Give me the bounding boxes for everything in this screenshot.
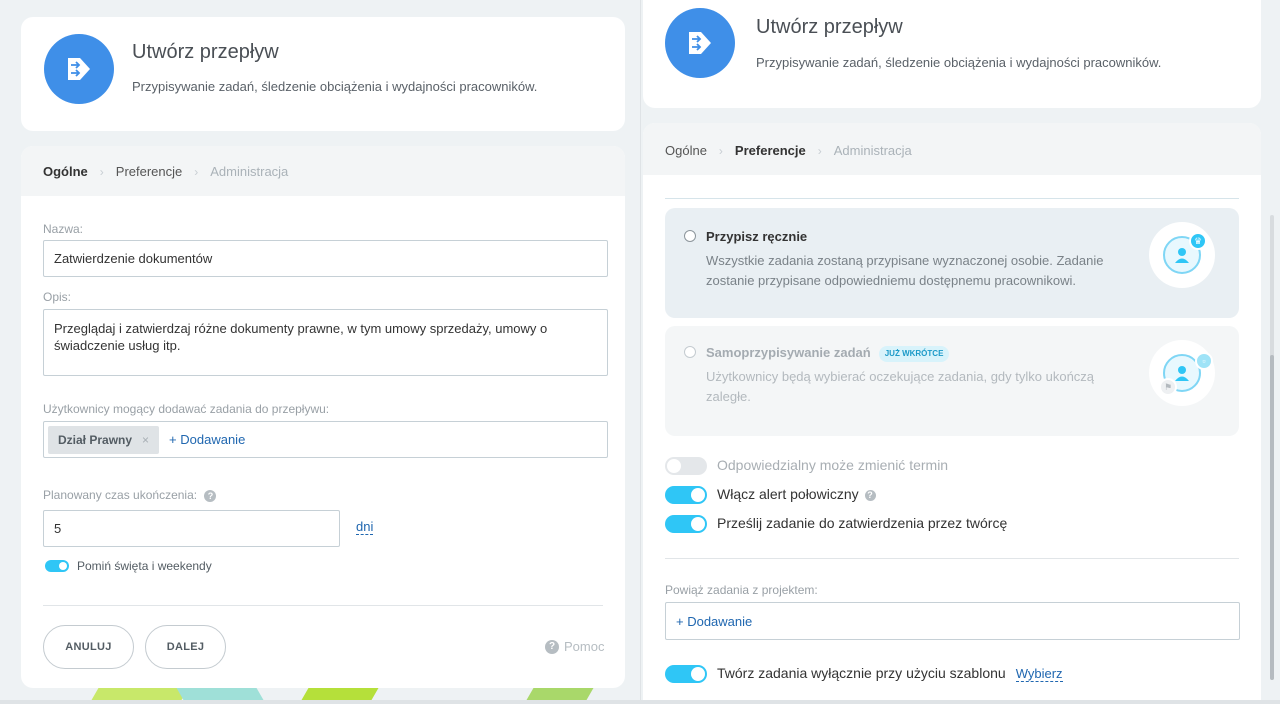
half-alert-row: Włącz alert połowiczny ? [717,486,876,502]
help-icon[interactable]: ? [204,489,217,502]
option-description: Wszystkie zadania zostaną przypisane wyz… [706,253,1104,288]
next-button[interactable]: DALEJ [145,625,226,669]
description-textarea[interactable]: Przeglądaj i zatwierdzaj różne dokumenty… [43,309,608,376]
flow-logo-icon [665,8,735,78]
radio-button[interactable] [684,230,696,242]
coming-soon-badge: JUŻ WKRÓTCE [878,345,950,362]
page-subtitle: Przypisywanie zadań, śledzenie obciążeni… [756,55,1162,70]
template-only-row: Twórz zadania wyłącznie przy użyciu szab… [717,665,1063,682]
option-title: Przypisz ręcznie [706,229,808,244]
option-self-assign[interactable]: Samoprzypisywanie zadań JUŻ WKRÓTCE Użytk… [665,326,1239,436]
avatar-illustration [1149,340,1215,406]
help-link[interactable]: ? Pomoc [545,639,604,654]
change-deadline-label: Odpowiedzialny może zmienić termin [717,457,949,473]
tab-administration[interactable]: Administracja [210,164,288,179]
description-label: Opis: [43,290,72,304]
name-input[interactable]: Zatwierdzenie dokumentów [43,240,608,277]
half-alert-label: Włącz alert połowiczny [717,486,859,502]
avatar-illustration [1149,222,1215,288]
project-label: Powiąż zadania z projektem: [665,583,818,597]
chevron-right-icon: › [718,143,723,158]
flow-logo-icon [44,34,114,104]
user-chip: Dział Prawny × [48,425,160,454]
add-project-link[interactable]: + Dodawanie [676,614,752,629]
tab-general[interactable]: Ogólne [665,143,707,158]
tab-preferences[interactable]: Preferencje [116,164,182,179]
user-chip-label: Dział Prawny [58,432,133,447]
radio-button[interactable] [684,346,696,358]
option-title-row: Samoprzypisywanie zadań JUŻ WKRÓTCE [706,345,950,362]
flag-icon: ⚑ [1159,378,1177,396]
breadcrumb-tabs: Ogólne › Preferencje › Administracja [43,164,288,179]
bottom-edge [0,700,1280,704]
divider [43,605,603,606]
option-description: Użytkownicy będą wybierać oczekujące zad… [706,369,1095,404]
tab-general[interactable]: Ogólne [43,164,88,179]
change-deadline-toggle[interactable] [665,457,707,475]
skip-holidays-toggle[interactable] [45,560,69,572]
header-card: Utwórz przepływ Przypisywanie zadań, śle… [643,0,1261,108]
choose-template-link[interactable]: Wybierz [1015,666,1063,682]
page-title: Utwórz przepływ [132,41,279,63]
option-title: Samoprzypisywanie zadań [706,345,871,360]
page-subtitle: Przypisywanie zadań, śledzenie obciążeni… [132,79,538,94]
help-icon[interactable]: ? [864,489,876,501]
form-card: Ogólne › Preferencje › Administracja Prz… [643,123,1261,704]
skip-holidays-label: Pomiń święta i weekendy [77,559,212,573]
left-panel: Utwórz przepływ Przypisywanie zadań, śle… [0,0,640,704]
add-user-link[interactable]: + Dodawanie [169,432,245,447]
breadcrumb-tabs: Ogólne › Preferencje › Administracja [665,143,912,158]
template-only-label: Twórz zadania wyłącznie przy użyciu szab… [717,665,1006,681]
crown-icon: ♛ [1189,232,1207,250]
task-icon: ▫ [1195,352,1213,370]
chevron-right-icon: › [194,164,199,179]
scrollbar-thumb[interactable] [1270,355,1274,680]
time-input[interactable]: 5 [43,510,340,547]
name-label: Nazwa: [43,222,84,236]
page-title: Utwórz przepływ [756,16,903,38]
users-label: Użytkownicy mogący dodawać zadania do pr… [43,402,330,416]
form-card: Ogólne › Preferencje › Administracja Naz… [21,146,625,688]
send-approval-toggle[interactable] [665,515,707,533]
time-unit-link[interactable]: dni [356,519,374,535]
right-panel: Utwórz przepływ Przypisywanie zadań, śle… [640,0,1280,704]
chevron-right-icon: › [99,164,104,179]
users-selector[interactable]: Dział Prawny × + Dodawanie [43,421,608,458]
cancel-button[interactable]: ANULUJ [43,625,134,669]
tab-preferences[interactable]: Preferencje [735,143,806,158]
project-selector[interactable]: + Dodawanie [665,602,1240,640]
send-approval-label: Prześlij zadanie do zatwierdzenia przez … [717,515,1008,531]
header-card: Utwórz przepływ Przypisywanie zadań, śle… [21,17,625,131]
remove-chip-icon[interactable]: × [142,433,149,447]
help-icon: ? [545,639,559,654]
divider [665,558,1239,559]
option-assign-manually[interactable]: Przypisz ręcznie Wszystkie zadania zosta… [665,208,1239,318]
divider [665,198,1239,199]
person-icon [1175,248,1189,263]
time-label: Planowany czas ukończenia: [43,488,198,502]
time-label-row: Planowany czas ukończenia: ? [43,488,217,502]
help-label: Pomoc [564,639,605,654]
half-alert-toggle[interactable] [665,486,707,504]
chevron-right-icon: › [817,143,822,158]
template-only-toggle[interactable] [665,665,707,683]
person-icon [1175,366,1189,381]
tab-administration[interactable]: Administracja [834,143,912,158]
